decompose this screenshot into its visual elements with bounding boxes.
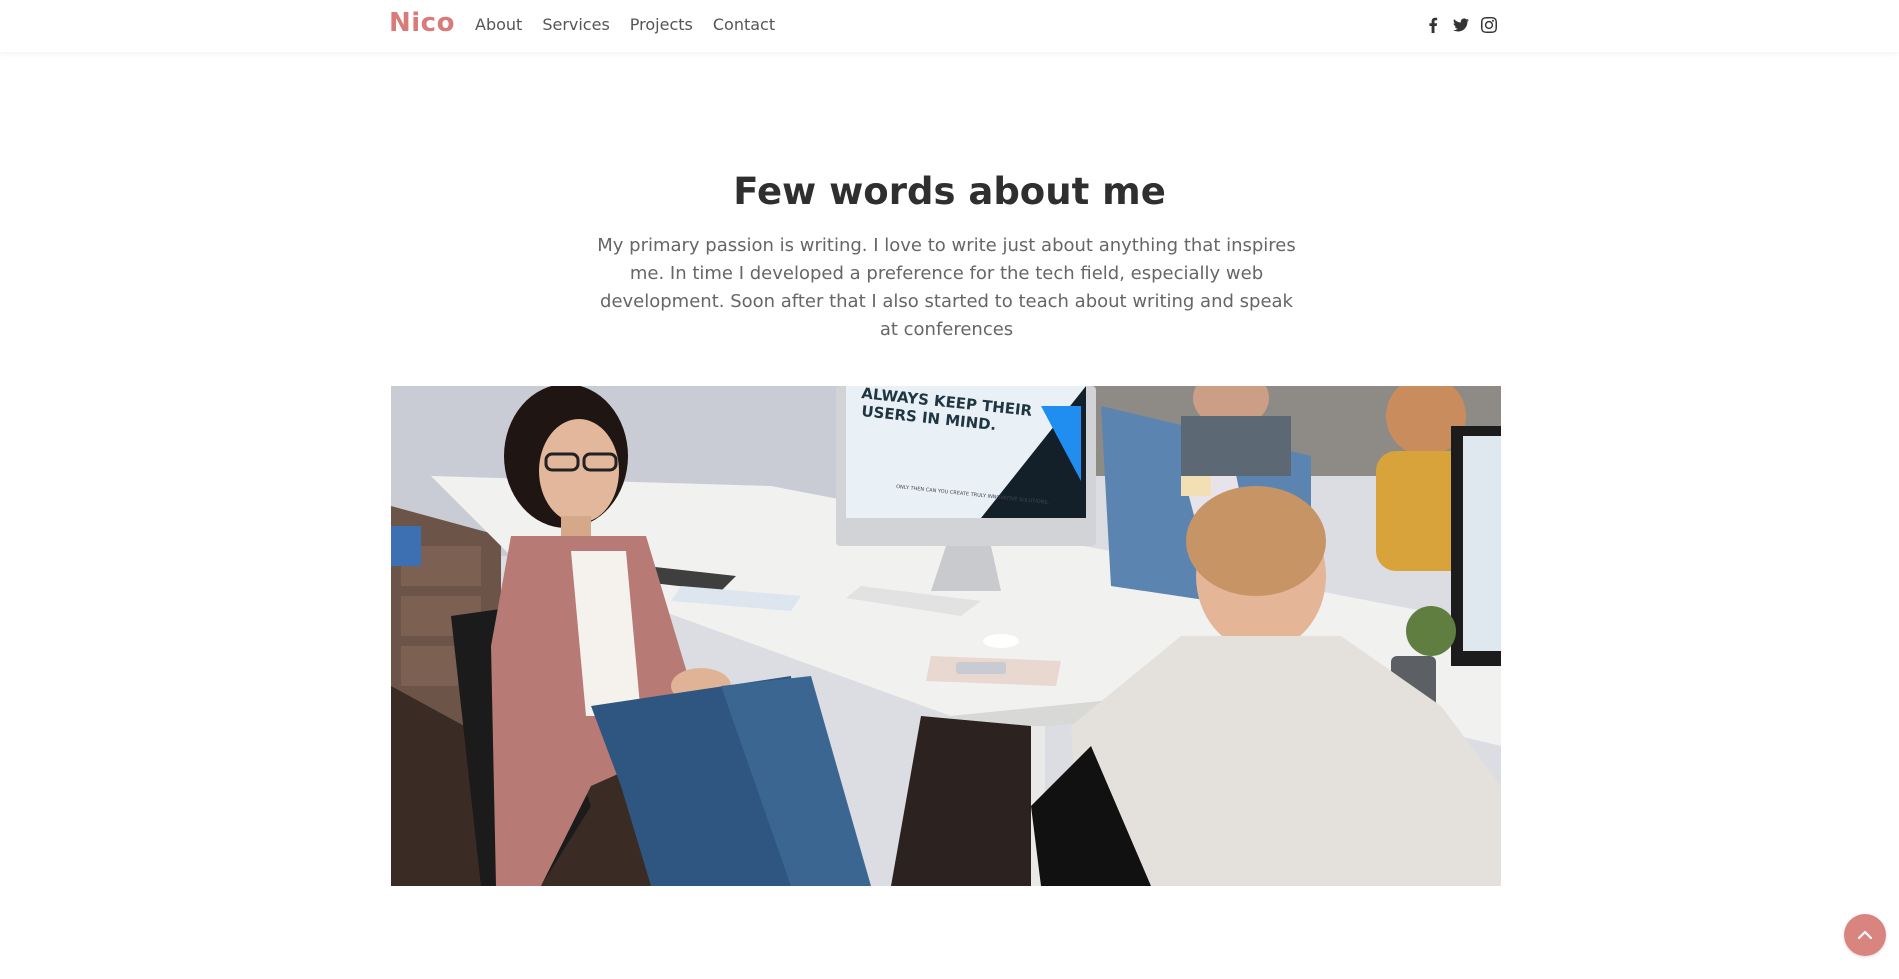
social-links	[1424, 15, 1498, 35]
nav-link-services[interactable]: Services	[542, 15, 609, 34]
back-to-top-button[interactable]	[1844, 914, 1886, 956]
about-paragraph: My primary passion is writing. I love to…	[597, 235, 1296, 340]
navbar: Nico About Services Projects Contact	[0, 0, 1899, 52]
nav-link-projects[interactable]: Projects	[630, 15, 693, 34]
facebook-icon[interactable]	[1424, 15, 1442, 35]
about-title: Few words about me	[733, 170, 1166, 213]
instagram-icon[interactable]	[1480, 15, 1498, 35]
nav-links: About Services Projects Contact	[475, 15, 775, 34]
chevron-up-icon	[1857, 930, 1873, 940]
nav-link-about[interactable]: About	[475, 15, 522, 34]
office-photo: ALWAYS KEEP THEIR USERS IN MIND. ONLY TH…	[391, 386, 1501, 886]
nav-link-contact[interactable]: Contact	[713, 15, 775, 34]
twitter-icon[interactable]	[1452, 15, 1470, 35]
brand-logo[interactable]: Nico	[389, 8, 455, 38]
